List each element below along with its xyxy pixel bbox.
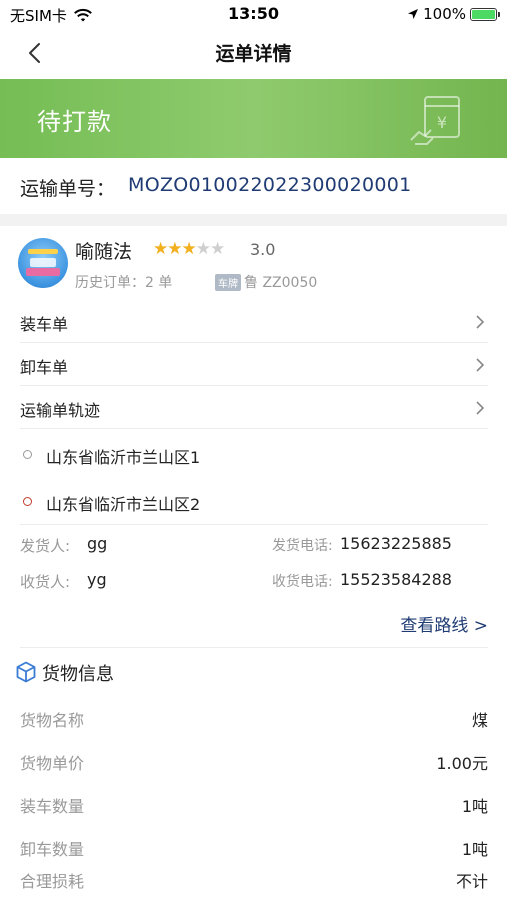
plate-badge: 车牌 (215, 274, 241, 291)
goods-row: 货物名称 煤 (20, 696, 488, 739)
svg-text:¥: ¥ (437, 113, 447, 132)
section-title: 货物信息 (42, 664, 114, 685)
shipper-label: 发货人: (20, 537, 71, 555)
waybill-number: MOZO010022022300020001 (128, 174, 412, 196)
invoice-yen-icon: ¥ (410, 96, 460, 145)
star-icon: ★ (167, 239, 182, 259)
link-label: 卸车单 (20, 358, 69, 377)
shipper-name: gg (87, 534, 108, 553)
goods-row: 装车数量 1吨 (20, 782, 488, 825)
destination-address: 山东省临沂市兰山区2 (20, 477, 488, 525)
rating-stars: ★★★★★ (153, 239, 225, 259)
link-label: 运输单轨迹 (20, 401, 101, 420)
status-right: 100% (407, 5, 500, 23)
divider (20, 647, 488, 648)
order-status: 待打款 (37, 108, 112, 136)
battery-icon (470, 7, 500, 21)
section-divider (0, 214, 507, 226)
loading-sheet-link[interactable]: 装车单 (20, 300, 488, 343)
goods-row: 货物单价 1.00元 (20, 739, 488, 782)
goods-value: 1.00元 (436, 754, 488, 773)
driver-name: 喻随法 (75, 241, 133, 263)
track-link[interactable]: 运输单轨迹 (20, 386, 488, 429)
goods-section-header: 货物信息 (0, 652, 507, 692)
battery-percent: 100% (423, 5, 466, 23)
unloading-sheet-link[interactable]: 卸车单 (20, 343, 488, 386)
status-bar: 无SIM卡 13:50 100% (0, 0, 507, 28)
status-banner: 待打款 ¥ (0, 79, 507, 158)
goods-value: 不计 (455, 872, 488, 891)
shipper-phone-label: 发货电话: (272, 538, 333, 554)
order-history: 历史订单：2 单 (75, 275, 173, 291)
star-icon: ★ (153, 239, 168, 259)
origin-address: 山东省临沂市兰山区1 (20, 430, 488, 478)
waybill-number-row: 运输单号： MOZO010022022300020001 (0, 158, 507, 214)
star-icon: ★ (181, 239, 197, 259)
license-plate: 鲁 ZZ0050 (244, 275, 318, 291)
divider (20, 524, 488, 525)
star-icon: ★ (210, 239, 225, 259)
goods-value: 1吨 (461, 797, 488, 816)
chevron-right-icon (476, 358, 485, 372)
goods-key: 合理损耗 (20, 872, 85, 891)
battery-fill (472, 9, 495, 19)
destination-dot-icon (23, 497, 32, 506)
location-arrow-icon (408, 9, 419, 19)
receiver-label: 收货人: (20, 573, 71, 591)
destination-text: 山东省临沂市兰山区2 (46, 495, 201, 514)
shipper-phone[interactable]: 15623225885 (340, 534, 452, 553)
origin-text: 山东省临沂市兰山区1 (46, 448, 201, 467)
waybill-label: 运输单号： (20, 178, 116, 200)
origin-dot-icon (23, 450, 32, 459)
shipper-row: 发货人: gg 发货电话: 15623225885 (20, 527, 488, 563)
rating-score: 3.0 (250, 240, 276, 259)
cube-icon (16, 661, 36, 683)
nav-bar: 运单详情 (0, 28, 507, 78)
goods-key: 货物单价 (20, 754, 85, 773)
goods-key: 货物名称 (20, 711, 85, 730)
page-title: 运单详情 (215, 43, 292, 65)
avatar (18, 238, 68, 288)
receiver-row: 收货人: yg 收货电话: 15523584288 (20, 563, 488, 599)
receiver-phone[interactable]: 15523584288 (340, 570, 452, 589)
driver-card: 喻随法 ★★★★★ 3.0 历史订单：2 单 车牌 鲁 ZZ0050 (0, 226, 507, 300)
view-route-link[interactable]: 查看路线 > (400, 611, 488, 636)
chevron-right-icon (476, 401, 485, 415)
chevron-right-icon (476, 315, 485, 329)
receiver-phone-label: 收货电话: (272, 574, 333, 590)
star-icon: ★ (195, 239, 211, 259)
receiver-name: yg (87, 570, 107, 589)
link-label: 装车单 (20, 315, 69, 334)
goods-key: 装车数量 (20, 797, 85, 816)
goods-row: 合理损耗 不计 (20, 857, 488, 900)
goods-value: 煤 (471, 711, 488, 730)
